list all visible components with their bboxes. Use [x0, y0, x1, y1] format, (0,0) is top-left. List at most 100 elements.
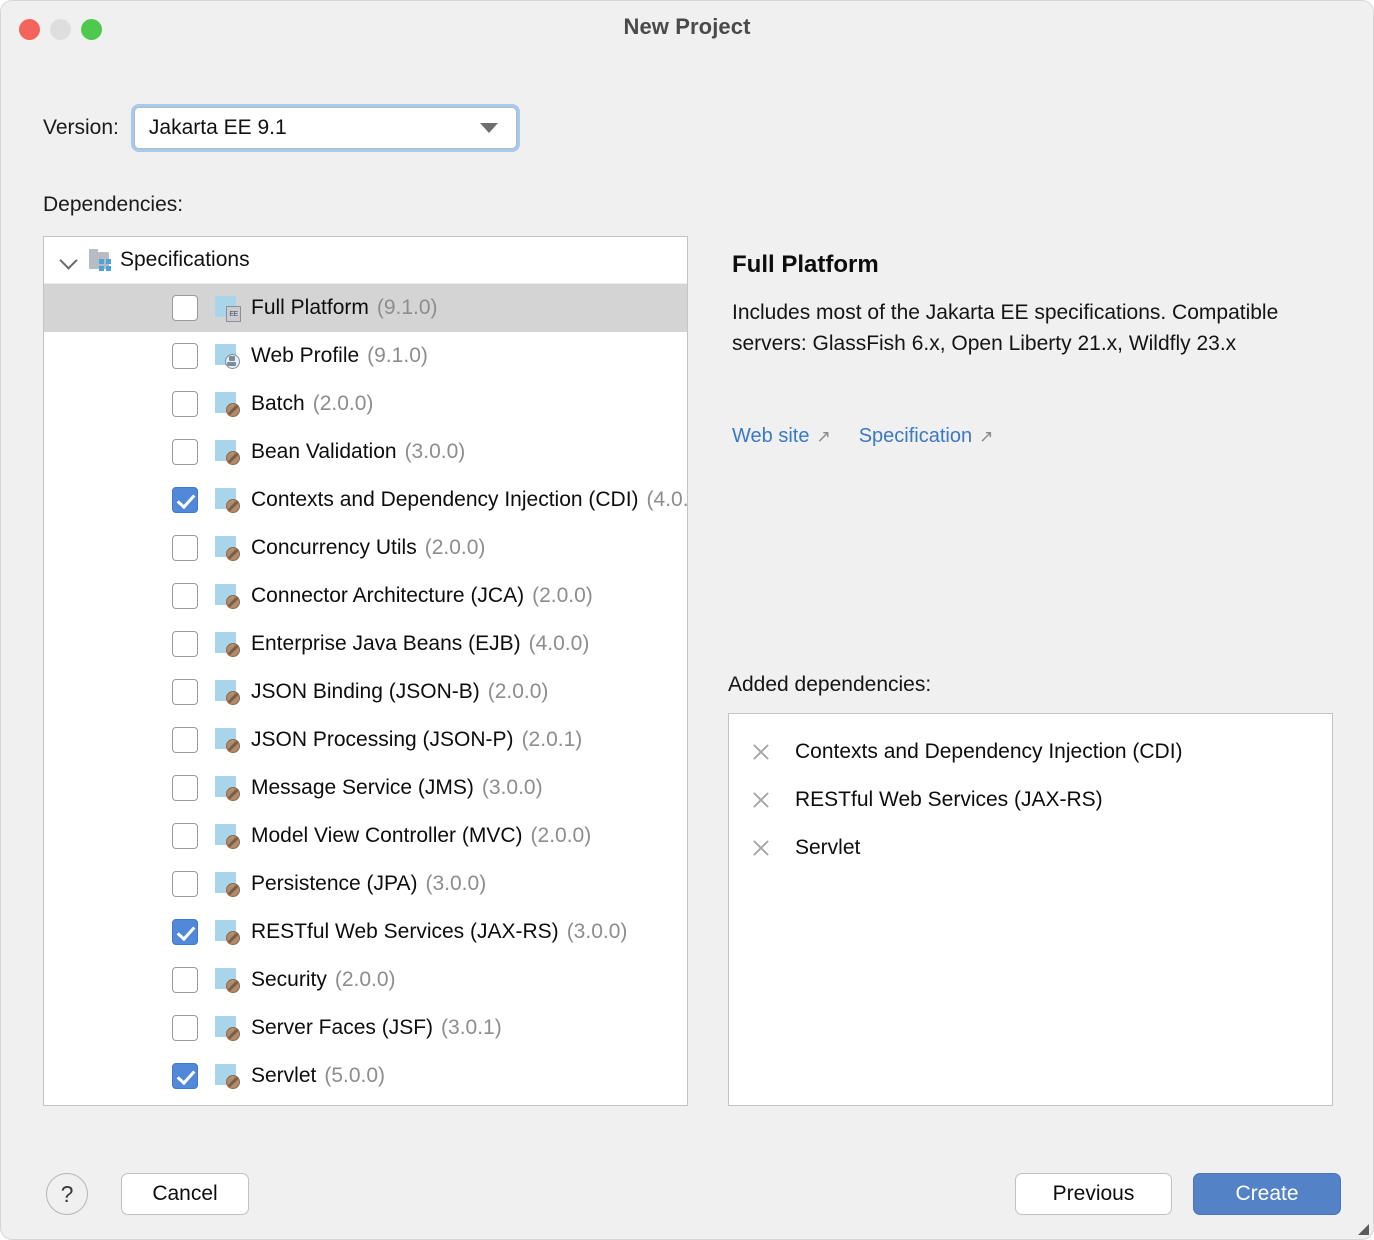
- version-combobox-value: Jakarta EE 9.1: [148, 116, 287, 139]
- tree-row-label: JSON Processing (JSON-P): [251, 728, 514, 751]
- jakarta-spec-icon: [214, 1063, 240, 1089]
- dependency-checkbox[interactable]: [172, 967, 198, 993]
- detail-links: Web site ↗ Specification ↗: [732, 425, 993, 448]
- dependency-checkbox[interactable]: [172, 535, 198, 561]
- tree-row-label: JSON Binding (JSON-B): [251, 680, 480, 703]
- dependency-checkbox[interactable]: [172, 391, 198, 417]
- added-dependencies-panel[interactable]: Contexts and Dependency Injection (CDI) R…: [728, 713, 1333, 1106]
- jakarta-spec-icon: [214, 871, 240, 897]
- added-dependency-label: Servlet: [795, 836, 861, 859]
- dependency-checkbox[interactable]: [172, 439, 198, 465]
- dependency-checkbox[interactable]: [172, 679, 198, 705]
- jakarta-spec-icon: [214, 967, 240, 993]
- specification-link-label: Specification: [858, 425, 973, 447]
- tree-row[interactable]: Persistence (JPA) (3.0.0): [44, 860, 687, 908]
- modules-folder-icon: [88, 248, 114, 272]
- tree-row-label: RESTful Web Services (JAX-RS): [251, 920, 559, 943]
- dependency-checkbox[interactable]: [172, 1015, 198, 1041]
- tree-row-list: EE Full Platform (9.1.0) Web Profile (9.1.0)…: [44, 284, 687, 1100]
- jakarta-spec-icon: [214, 919, 240, 945]
- added-dependency-label: Contexts and Dependency Injection (CDI): [795, 740, 1183, 763]
- tree-row-version: (5.0.0): [324, 1064, 386, 1087]
- web-site-link[interactable]: Web site ↗: [732, 425, 831, 448]
- tree-row[interactable]: Enterprise Java Beans (EJB) (4.0.0): [44, 620, 687, 668]
- tree-row-label: Web Profile: [251, 344, 360, 367]
- tree-group-specifications[interactable]: Specifications: [44, 237, 687, 284]
- chevron-down-icon[interactable]: [58, 249, 80, 271]
- tree-row-label: Contexts and Dependency Injection (CDI): [251, 488, 639, 511]
- detail-description: Includes most of the Jakarta EE specific…: [732, 301, 1279, 355]
- tree-row[interactable]: Connector Architecture (JCA) (2.0.0): [44, 572, 687, 620]
- jakarta-web-profile-icon: [214, 343, 240, 369]
- tree-row[interactable]: JSON Binding (JSON-B) (2.0.0): [44, 668, 687, 716]
- dependency-checkbox[interactable]: [172, 775, 198, 801]
- previous-button[interactable]: Previous: [1015, 1173, 1172, 1215]
- added-dependencies-list: Contexts and Dependency Injection (CDI) R…: [729, 728, 1332, 872]
- tree-row[interactable]: JSON Processing (JSON-P) (2.0.1): [44, 716, 687, 764]
- resize-grip[interactable]: [1355, 1221, 1369, 1235]
- added-dependency-row[interactable]: Servlet: [729, 824, 1332, 872]
- tree-row-label: Servlet: [251, 1064, 317, 1087]
- tree-row[interactable]: Model View Controller (MVC) (2.0.0): [44, 812, 687, 860]
- tree-row-label: Model View Controller (MVC): [251, 824, 523, 847]
- added-dependency-row[interactable]: Contexts and Dependency Injection (CDI): [729, 728, 1332, 776]
- jakarta-spec-icon: [214, 823, 240, 849]
- remove-dependency-icon[interactable]: [751, 741, 773, 763]
- tree-row[interactable]: Servlet (5.0.0): [44, 1052, 687, 1100]
- jakarta-spec-icon: [214, 391, 240, 417]
- new-project-dialog: New Project Version: Jakarta EE 9.1 Depe…: [0, 0, 1374, 1240]
- tree-row-version: (2.0.1): [521, 728, 583, 751]
- tree-row-label: Connector Architecture (JCA): [251, 584, 525, 607]
- tree-row[interactable]: Bean Validation (3.0.0): [44, 428, 687, 476]
- tree-row-version: (3.0.0): [404, 440, 466, 463]
- dependency-checkbox[interactable]: [172, 583, 198, 609]
- dependency-checkbox[interactable]: [172, 1063, 198, 1089]
- tree-row-version: (3.0.0): [481, 776, 543, 799]
- tree-row-version: (9.1.0): [367, 344, 428, 367]
- help-button[interactable]: ?: [46, 1173, 88, 1215]
- dependency-checkbox[interactable]: [172, 631, 198, 657]
- tree-row[interactable]: Concurrency Utils (2.0.0): [44, 524, 687, 572]
- version-label: Version:: [43, 116, 119, 139]
- jakarta-spec-icon: [214, 727, 240, 753]
- dependency-checkbox[interactable]: [172, 919, 198, 945]
- dependencies-label: Dependencies:: [43, 193, 184, 216]
- tree-row-version: (2.0.0): [312, 392, 374, 415]
- specification-link[interactable]: Specification ↗: [859, 425, 994, 448]
- create-button[interactable]: Create: [1193, 1173, 1341, 1215]
- tree-row[interactable]: Contexts and Dependency Injection (CDI) (…: [44, 476, 687, 524]
- cancel-button[interactable]: Cancel: [121, 1173, 249, 1215]
- dependency-checkbox[interactable]: [172, 295, 198, 321]
- tree-row[interactable]: RESTful Web Services (JAX-RS) (3.0.0): [44, 908, 687, 956]
- remove-dependency-icon[interactable]: [751, 837, 773, 859]
- jakarta-spec-icon: [214, 1015, 240, 1041]
- tree-row-version: (4.0.0): [646, 488, 688, 511]
- tree-row[interactable]: Server Faces (JSF) (3.0.1): [44, 1004, 687, 1052]
- version-combobox[interactable]: Jakarta EE 9.1: [133, 107, 517, 149]
- jakarta-spec-icon: [214, 631, 240, 657]
- tree-row-label: Enterprise Java Beans (EJB): [251, 632, 521, 655]
- tree-row[interactable]: Batch (2.0.0): [44, 380, 687, 428]
- remove-dependency-icon[interactable]: [751, 789, 773, 811]
- dependency-checkbox[interactable]: [172, 823, 198, 849]
- title-bar: New Project: [1, 1, 1373, 57]
- tree-row[interactable]: Message Service (JMS) (3.0.0): [44, 764, 687, 812]
- added-dependency-label: RESTful Web Services (JAX-RS): [795, 788, 1103, 811]
- jakarta-spec-icon: [214, 487, 240, 513]
- tree-row[interactable]: EE Full Platform (9.1.0): [44, 284, 687, 332]
- dependency-checkbox[interactable]: [172, 487, 198, 513]
- tree-row[interactable]: Web Profile (9.1.0): [44, 332, 687, 380]
- tree-row-version: (2.0.0): [334, 968, 396, 991]
- tree-row[interactable]: Security (2.0.0): [44, 956, 687, 1004]
- dependency-checkbox[interactable]: [172, 727, 198, 753]
- jakarta-spec-icon: [214, 775, 240, 801]
- dependency-checkbox[interactable]: [172, 871, 198, 897]
- dependency-checkbox[interactable]: [172, 343, 198, 369]
- dependencies-tree-panel[interactable]: Specifications EE Full Platform (9.1.0) Web…: [43, 236, 688, 1106]
- tree-row-version: (3.0.0): [566, 920, 628, 943]
- added-dependency-row[interactable]: RESTful Web Services (JAX-RS): [729, 776, 1332, 824]
- tree-row-version: (2.0.0): [424, 536, 486, 559]
- added-dependencies-label: Added dependencies:: [728, 673, 932, 696]
- tree-group-label: Specifications: [120, 248, 250, 271]
- tree-row-label: Batch: [251, 392, 305, 415]
